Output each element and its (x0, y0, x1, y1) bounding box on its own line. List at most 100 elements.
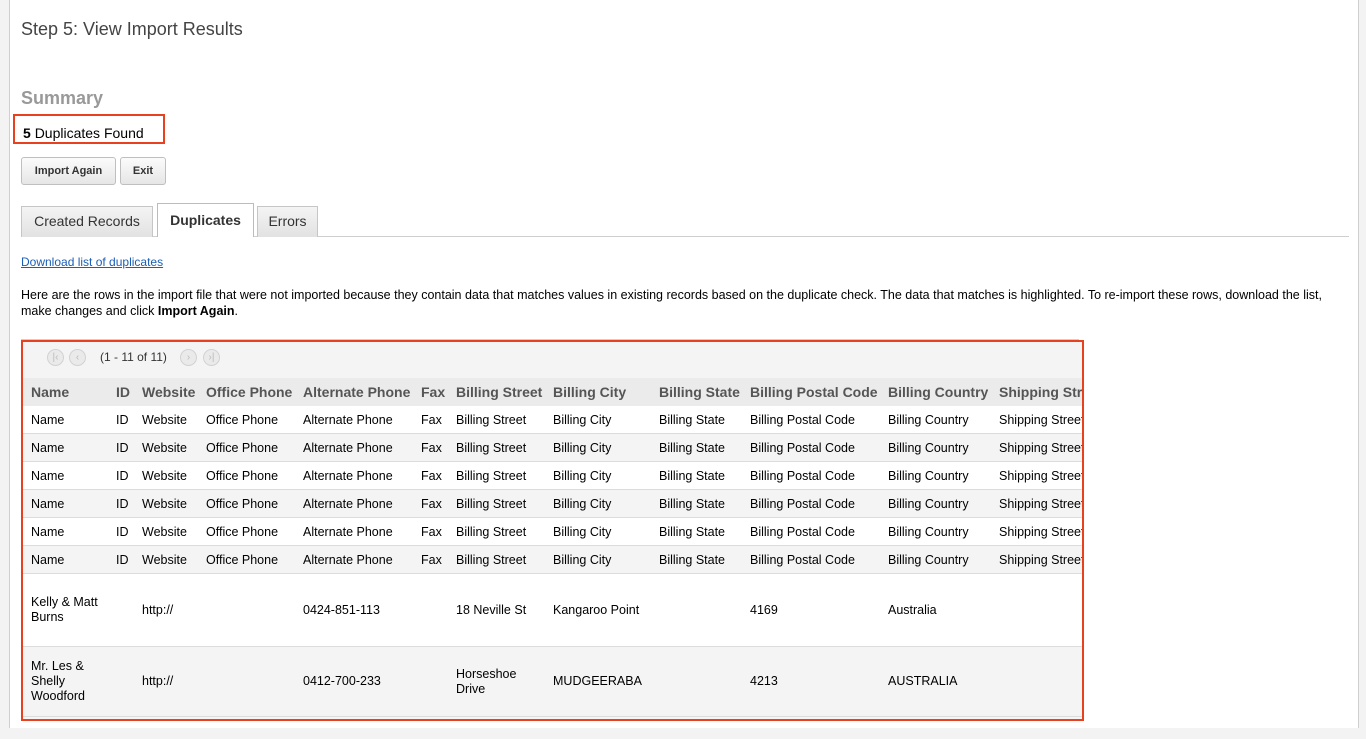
column-header-office-phone[interactable]: Office Phone (206, 378, 298, 406)
cell-office-phone: Office Phone (206, 524, 279, 539)
cell-fax: Fax (421, 552, 442, 567)
cell-billing-city: Billing City (553, 524, 612, 539)
grid-header: Name ID Website Office Phone Alternate Phone… (23, 378, 1082, 407)
cell-website: http:// (142, 602, 174, 617)
column-header-website[interactable]: Website (142, 378, 202, 406)
duplicate-row[interactable]: Mr. Les & Shelly Woodford http:// 0412-700… (23, 647, 1082, 717)
exit-button[interactable]: Exit (120, 157, 166, 185)
column-header-billing-postal-code[interactable]: Billing Postal Code (750, 378, 884, 406)
cell-shipping-street (999, 647, 1082, 716)
column-header-billing-street[interactable]: Billing Street (456, 378, 548, 406)
cell-shipping-street: Shipping Street (999, 440, 1084, 455)
column-header-shipping-street[interactable]: Shipping Street (999, 378, 1082, 406)
cell-billing-state: Billing State (659, 412, 726, 427)
column-header-alternate-phone[interactable]: Alternate Phone (303, 378, 417, 406)
cell-billing-country: Billing Country (888, 468, 969, 483)
cell-billing-state (659, 574, 747, 646)
cell-shipping-street: Shipping Street (999, 524, 1084, 539)
cell-billing-city: MUDGEERABA (553, 674, 642, 688)
duplicate-row[interactable]: Kelly & Matt Burns http:// 0424-851-113 18 … (23, 574, 1082, 647)
cell-billing-state: Billing State (659, 440, 726, 455)
cell-billing-state: Billing State (659, 468, 726, 483)
summary-heading: Summary (21, 88, 104, 108)
cell-shipping-street: Shipping Street (999, 412, 1084, 427)
cell-fax: Fax (421, 440, 442, 455)
cell-billing-country: Billing Country (888, 412, 969, 427)
cell-fax: Fax (421, 468, 442, 483)
cell-alternate-phone: Alternate Phone (303, 496, 393, 511)
cell-office-phone: Office Phone (206, 468, 279, 483)
cell-billing-country: Billing Country (888, 496, 969, 511)
tab-duplicates[interactable]: Duplicates (157, 203, 254, 237)
cell-billing-street: 18 Neville St (456, 602, 527, 617)
column-header-id[interactable]: ID (116, 378, 138, 406)
cell-website: http:// (142, 674, 174, 688)
cell-office-phone (206, 574, 298, 646)
cell-billing-state (659, 647, 747, 716)
duplicates-description: Here are the rows in the import file tha… (21, 287, 1346, 319)
cell-fax: Fax (421, 524, 442, 539)
tab-errors[interactable]: Errors (257, 206, 318, 237)
cell-alternate-phone: Alternate Phone (303, 552, 393, 567)
cell-office-phone: Office Phone (206, 440, 279, 455)
cell-billing-city: Billing City (553, 468, 612, 483)
cell-name: Name (31, 524, 65, 539)
column-header-billing-state[interactable]: Billing State (659, 378, 747, 406)
cell-billing-state: Billing State (659, 524, 726, 539)
first-page-icon[interactable]: |‹ (47, 349, 64, 366)
cell-website: Website (142, 468, 187, 483)
description-bold: Import Again (157, 304, 235, 318)
header-echo-row[interactable]: Name ID Website Office Phone Alternate Phone… (23, 434, 1082, 462)
cell-name: Name (31, 412, 65, 427)
cell-billing-city: Billing City (553, 496, 612, 511)
header-echo-row[interactable]: Name ID Website Office Phone Alternate Phone… (23, 490, 1082, 518)
duplicates-found-label: Duplicates Found (34, 125, 144, 141)
cell-office-phone: Office Phone (206, 496, 279, 511)
prev-page-icon[interactable]: ‹ (69, 349, 86, 366)
last-page-icon[interactable]: ›| (203, 349, 220, 366)
cell-office-phone: Office Phone (206, 552, 279, 567)
header-echo-row[interactable]: Name ID Website Office Phone Alternate Phone… (23, 406, 1082, 434)
cell-billing-country: AUSTRALIA (888, 674, 958, 688)
cell-billing-state: Billing State (659, 552, 726, 567)
next-page-icon[interactable]: › (180, 349, 197, 366)
download-duplicates-link[interactable]: Download list of duplicates (21, 255, 163, 269)
column-header-fax[interactable]: Fax (421, 378, 453, 406)
pager-info: (1 - 11 of 11) (100, 350, 167, 364)
cell-id: ID (116, 552, 129, 567)
cell-name: Mr. Les & Shelly Woodford (31, 659, 85, 703)
cell-name: Name (31, 552, 65, 567)
cell-id: ID (116, 440, 129, 455)
cell-office-phone: Office Phone (206, 412, 279, 427)
header-echo-row[interactable]: Name ID Website Office Phone Alternate Phone… (23, 546, 1082, 574)
column-header-billing-city[interactable]: Billing City (553, 378, 653, 406)
cell-alternate-phone: Alternate Phone (303, 440, 393, 455)
column-header-billing-country[interactable]: Billing Country (888, 378, 996, 406)
cell-billing-postal-code: Billing Postal Code (750, 524, 855, 539)
cell-id (116, 647, 138, 716)
cell-billing-postal-code: Billing Postal Code (750, 440, 855, 455)
cell-billing-street: Horseshoe Drive (456, 666, 517, 696)
cell-billing-postal-code: Billing Postal Code (750, 552, 855, 567)
tab-created-records[interactable]: Created Records (21, 206, 153, 237)
cell-website: Website (142, 496, 187, 511)
cell-billing-country: Billing Country (888, 440, 969, 455)
cell-id: ID (116, 412, 129, 427)
import-again-button[interactable]: Import Again (21, 157, 116, 185)
cell-shipping-street (999, 574, 1082, 646)
cell-alternate-phone: Alternate Phone (303, 524, 393, 539)
cell-fax (421, 647, 453, 716)
cell-billing-postal-code: 4213 (750, 674, 778, 688)
cell-billing-city: Billing City (553, 440, 612, 455)
header-echo-row[interactable]: Name ID Website Office Phone Alternate Phone… (23, 462, 1082, 490)
cell-alternate-phone: 0412-700-233 (303, 674, 381, 688)
cell-alternate-phone: Alternate Phone (303, 412, 393, 427)
cell-shipping-street: Shipping Street (999, 552, 1084, 567)
import-results-page: Step 5: View Import Results Summary 5 Du… (9, 0, 1359, 728)
cell-billing-country: Billing Country (888, 552, 969, 567)
header-echo-row[interactable]: Name ID Website Office Phone Alternate Phone… (23, 518, 1082, 546)
cell-website: Website (142, 412, 187, 427)
cell-website: Website (142, 552, 187, 567)
cell-billing-city: Kangaroo Point (553, 602, 640, 617)
column-header-name[interactable]: Name (31, 378, 111, 406)
